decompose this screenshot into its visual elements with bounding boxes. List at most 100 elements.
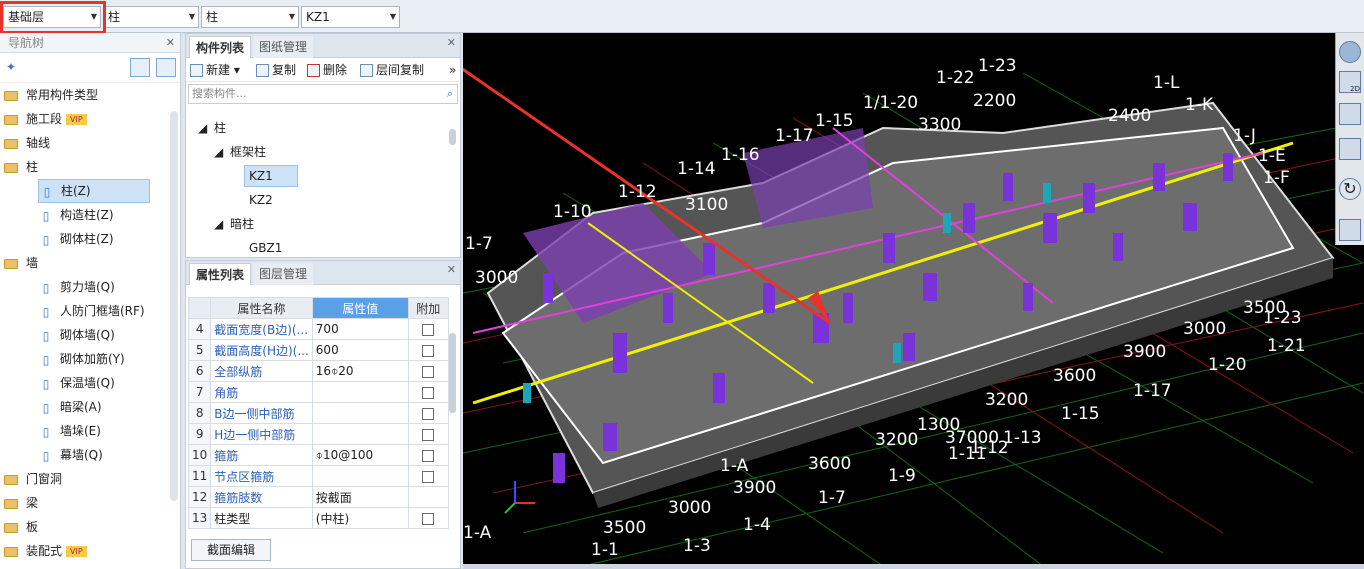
attach-checkbox[interactable] <box>422 428 435 441</box>
delete-button[interactable]: 删除 <box>307 62 347 78</box>
new-button[interactable]: 新建 ▾ <box>190 62 240 78</box>
attach-checkbox[interactable] <box>422 512 435 525</box>
floor-copy-button[interactable]: 层间复制 <box>360 62 424 78</box>
orbit-icon[interactable] <box>1339 41 1361 63</box>
property-row[interactable]: 13 柱类型 (中柱) <box>187 507 449 529</box>
nav-item[interactable]: ▯ 剪力墙(Q) <box>38 275 115 299</box>
property-value[interactable]: 700 <box>311 318 409 340</box>
nav-scrollbar[interactable] <box>170 111 178 501</box>
nav-item-label: 柱(Z) <box>61 184 91 198</box>
grid-settings-icon[interactable] <box>1339 219 1361 241</box>
nav-item[interactable]: 施工段 VIP <box>4 107 87 131</box>
property-value[interactable] <box>311 381 409 403</box>
property-row[interactable]: 4 截面宽度(B边)(... 700 <box>187 318 449 340</box>
3d-box-icon[interactable] <box>1339 103 1361 125</box>
attach-checkbox[interactable] <box>422 449 435 462</box>
property-row[interactable]: 12 箍筋肢数 按截面 <box>187 486 449 508</box>
wall-pier-icon: ▯ <box>42 424 50 439</box>
2d-view-icon[interactable]: 2D <box>1339 71 1361 93</box>
wall-rebar-icon: ▯ <box>42 352 50 367</box>
nav-item[interactable]: ▯ 砌体柱(Z) <box>38 227 114 251</box>
masonry-column-icon: ▯ <box>42 232 50 247</box>
3d-viewport[interactable]: 1-22 1-23 1/1-20 1-L 1-K 1-J 1-17 1-15 1-16 1-… <box>463 33 1364 566</box>
rotate-icon[interactable]: ↻ <box>1339 178 1361 200</box>
property-value[interactable]: 16⌽20 <box>311 360 409 382</box>
nav-item[interactable]: 装配式 VIP <box>4 539 87 563</box>
nav-item[interactable]: 板 <box>4 515 38 539</box>
property-row[interactable]: 6 全部纵筋 16⌽20 <box>187 360 449 382</box>
svg-text:1-7: 1-7 <box>465 234 493 254</box>
tree-node-hidden-column[interactable]: ◢ 暗柱 <box>214 214 254 234</box>
property-scrollbar[interactable] <box>449 333 456 413</box>
property-row[interactable]: 11 节点区箍筋 <box>187 465 449 487</box>
close-icon[interactable]: ✕ <box>166 33 175 53</box>
close-icon[interactable]: ✕ <box>447 263 456 276</box>
property-value[interactable]: 600 <box>311 339 409 361</box>
tab-layer-management[interactable]: 图层管理 <box>253 263 314 285</box>
property-row[interactable]: 10 箍筋 ⌽10@100 <box>187 444 449 466</box>
expand-icon[interactable]: ✦ <box>6 60 16 74</box>
list-scrollbar[interactable] <box>449 129 456 145</box>
property-value[interactable] <box>311 465 409 487</box>
nav-item[interactable]: ▯ 砌体墙(Q) <box>38 323 115 347</box>
nav-item[interactable]: 梁 <box>4 491 38 515</box>
tree-item-kz1[interactable]: KZ1 <box>244 165 298 187</box>
tree-node-column[interactable]: ◢ 柱 <box>198 118 226 138</box>
list-view-icon[interactable] <box>130 58 150 77</box>
property-name: H边一侧中部筋 <box>210 423 313 445</box>
model-canvas: 1-221-231/1-20 1-L1-K1-J 1-171-151-16 1-… <box>463 56 1364 566</box>
property-row[interactable]: 7 角筋 <box>187 381 449 403</box>
tab-component-list[interactable]: 构件列表 <box>189 36 252 58</box>
nav-item[interactable]: 轴线 <box>4 131 50 155</box>
attach-checkbox[interactable] <box>422 365 435 378</box>
svg-text:3000: 3000 <box>1183 319 1226 339</box>
type2-select[interactable]: 柱 ▼ <box>201 6 299 28</box>
nav-item[interactable]: ▯ 人防门框墙(RF) <box>38 299 145 323</box>
nav-item-label: 砌体柱(Z) <box>60 232 114 246</box>
svg-text:1-9: 1-9 <box>888 466 916 486</box>
nav-item[interactable]: 门窗洞 <box>4 467 62 491</box>
attach-checkbox[interactable] <box>422 344 435 357</box>
nav-item[interactable]: 柱 <box>4 155 38 179</box>
more-icon[interactable]: » <box>449 62 456 78</box>
section-edit-button[interactable]: 截面编辑 <box>191 539 271 561</box>
property-value[interactable]: ⌽10@100 <box>311 444 409 466</box>
row-number-header <box>187 297 212 319</box>
property-value[interactable]: (中柱) <box>311 507 409 529</box>
tab-property-list[interactable]: 属性列表 <box>189 263 252 285</box>
nav-item[interactable]: ▯ 砌体加筋(Y) <box>38 347 125 371</box>
property-value[interactable]: 按截面 <box>311 486 409 508</box>
nav-item[interactable]: ▯ 暗梁(A) <box>38 395 102 419</box>
attach-cell <box>407 381 449 403</box>
tab-drawing-management[interactable]: 图纸管理 <box>253 36 314 58</box>
property-row[interactable]: 8 B边一侧中部筋 <box>187 402 449 424</box>
nav-item[interactable]: 常用构件类型 <box>4 83 98 107</box>
type1-select[interactable]: 柱 ▼ <box>103 6 199 28</box>
tree-item-gbz1[interactable]: GBZ1 <box>249 238 282 258</box>
detail-view-icon[interactable] <box>156 58 176 77</box>
nav-item[interactable]: ▯ 保温墙(Q) <box>38 371 115 395</box>
cube-view-icon[interactable] <box>1339 138 1361 160</box>
tree-node-frame-column[interactable]: ◢ 框架柱 <box>214 142 266 162</box>
nav-item[interactable]: ▯ 墙垛(E) <box>38 419 101 443</box>
tree-item-kz2[interactable]: KZ2 <box>249 190 273 210</box>
property-row[interactable]: 5 截面高度(H边)(... 600 <box>187 339 449 361</box>
shear-wall-icon: ▯ <box>42 280 50 295</box>
nav-item[interactable]: 墙 <box>4 251 38 275</box>
component-select[interactable]: KZ1 ▼ <box>301 6 400 28</box>
property-value[interactable] <box>311 423 409 445</box>
nav-item[interactable]: ▯ 幕墙(Q) <box>38 443 103 467</box>
attach-checkbox[interactable] <box>422 323 435 336</box>
nav-item-label: 人防门框墙(RF) <box>60 304 145 318</box>
attach-checkbox[interactable] <box>422 470 435 483</box>
attach-checkbox[interactable] <box>422 386 435 399</box>
folder-icon <box>4 546 18 557</box>
property-value[interactable] <box>311 402 409 424</box>
nav-item[interactable]: ▯ 柱(Z) <box>38 179 150 203</box>
attach-checkbox[interactable] <box>422 407 435 420</box>
property-row[interactable]: 9 H边一侧中部筋 <box>187 423 449 445</box>
copy-button[interactable]: 复制 <box>256 62 296 78</box>
close-icon[interactable]: ✕ <box>447 36 456 49</box>
nav-item[interactable]: ▯ 构造柱(Z) <box>38 203 114 227</box>
component-search-input[interactable]: 搜索构件... ⌕ <box>188 84 458 104</box>
